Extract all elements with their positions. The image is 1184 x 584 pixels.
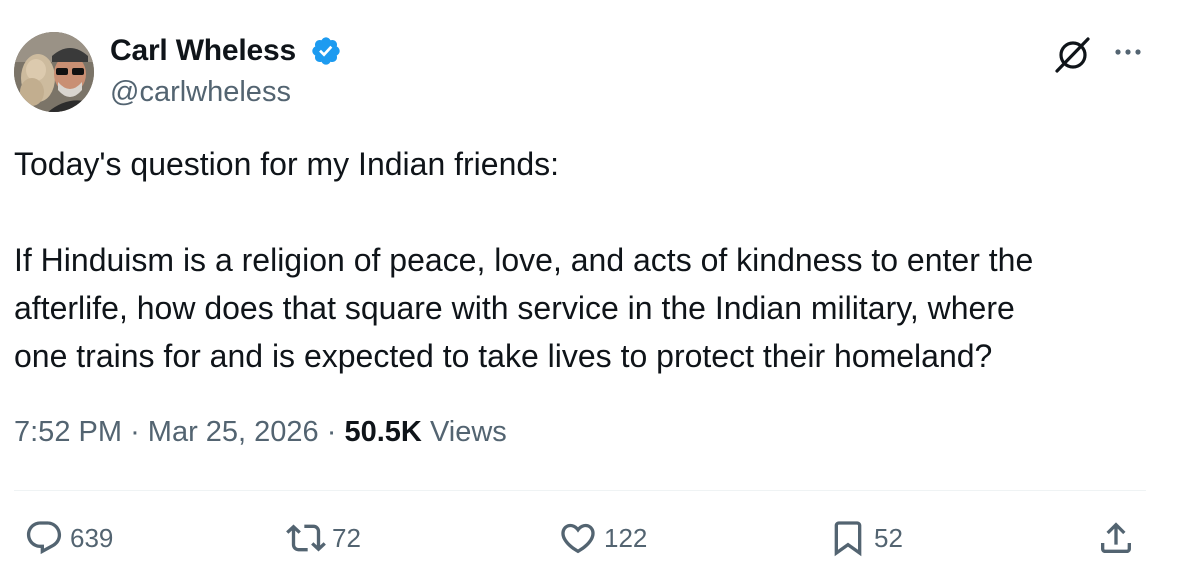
bookmark-icon (834, 521, 862, 557)
grok-icon[interactable] (1052, 34, 1092, 74)
tweet-line-4: one trains for and is expected to take l… (14, 338, 993, 374)
views-count: 50.5K (344, 416, 422, 448)
share-icon[interactable] (1096, 518, 1136, 558)
bookmark-count: 52 (874, 522, 903, 553)
tweet-line-3: afterlife, how does that square with ser… (14, 290, 1015, 326)
repost-icon (286, 524, 326, 552)
verified-badge-icon (312, 37, 340, 65)
author-handle[interactable]: @carlwheless (110, 76, 291, 109)
tweet-time[interactable]: 7:52 PM (14, 416, 122, 448)
reply-icon (26, 521, 62, 555)
tweet-card: Carl Wheless @carlwheless Today's questi… (0, 0, 1184, 584)
repost-count: 72 (332, 522, 361, 553)
bookmark-button[interactable]: 52 (828, 516, 903, 560)
avatar[interactable] (14, 32, 94, 112)
tweet-line-1: Today's question for my Indian friends: (14, 146, 560, 182)
like-count: 122 (604, 522, 648, 553)
tweet-meta: 7:52 PM · Mar 25, 2026 · 50.5K Views (14, 416, 507, 449)
tweet-date[interactable]: Mar 25, 2026 (148, 416, 319, 448)
meta-separator: · (326, 416, 337, 448)
reply-count: 639 (70, 522, 114, 553)
views-label: Views (429, 416, 507, 448)
heart-icon (561, 523, 595, 554)
more-icon[interactable] (1110, 40, 1146, 64)
author-name[interactable]: Carl Wheless (110, 34, 296, 68)
like-button[interactable]: 122 (558, 516, 647, 560)
avatar-image (14, 32, 94, 112)
reply-button[interactable]: 639 (24, 516, 113, 560)
tweet-line-2: If Hinduism is a religion of peace, love… (14, 242, 1034, 278)
meta-separator: · (130, 416, 140, 448)
tweet-text: Today's question for my Indian friends: … (14, 140, 1154, 380)
divider (14, 490, 1146, 491)
repost-button[interactable]: 72 (286, 516, 361, 560)
